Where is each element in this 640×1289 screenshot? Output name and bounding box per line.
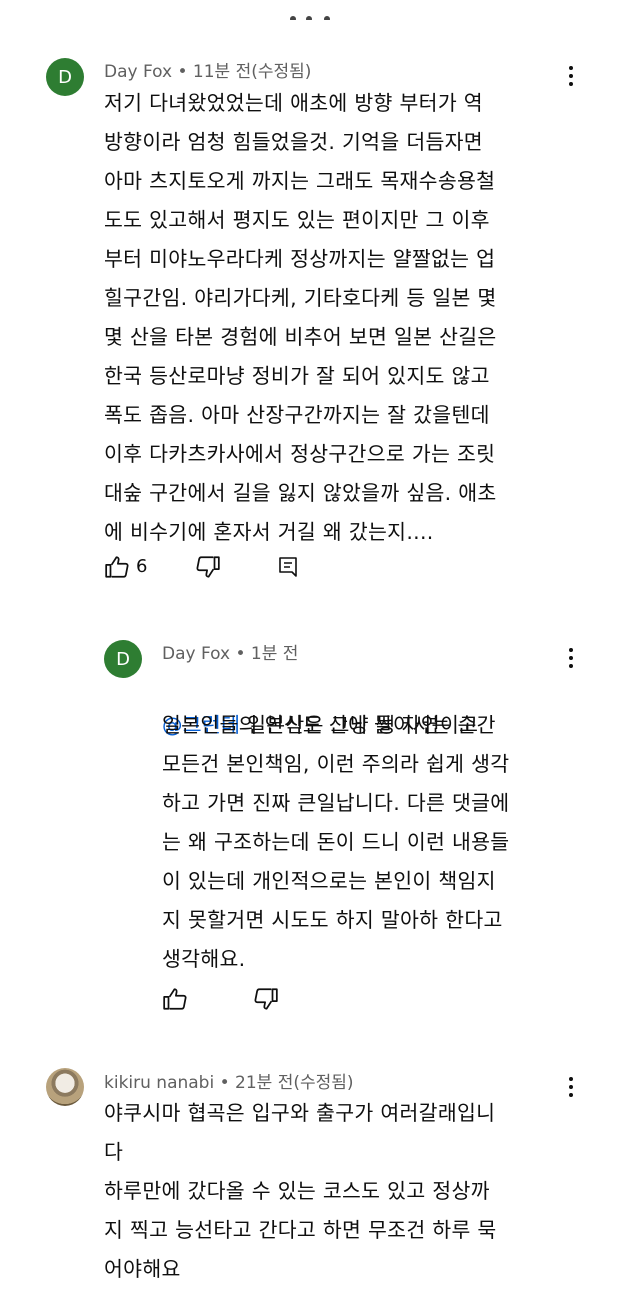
like-icon[interactable]	[104, 554, 130, 580]
like-icon[interactable]	[162, 986, 188, 1012]
comment-meta: kikiru nanabi • 21분 전(수정됨)	[104, 1073, 354, 1093]
dislike-icon[interactable]	[253, 986, 279, 1012]
avatar[interactable]: D	[104, 640, 142, 678]
avatar[interactable]: D	[46, 58, 84, 96]
comment-text: 저기 다녀왔었었는데 애초에 방향 부터가 역 방향이라 엄청 힘들었을것. 기…	[104, 91, 497, 544]
comment-text: 야쿠시마 협곡은 입구와 출구가 여러갈래입니 다 하루만에 갔다올 수 있는 …	[104, 1101, 497, 1281]
comment-text: 일본인들의 인식도 산에 들어서는 순간 모든건 본인책임, 이런 주의라 쉽게…	[162, 713, 510, 971]
reply-icon[interactable]	[276, 554, 300, 580]
cutoff-text-fragment	[290, 12, 334, 20]
like-count: 6	[136, 556, 148, 577]
comment-meta: Day Fox • 1분 전	[162, 644, 299, 664]
dislike-icon[interactable]	[195, 554, 221, 580]
comment-meta: Day Fox • 11분 전(수정됨)	[104, 62, 312, 82]
avatar[interactable]	[46, 1068, 84, 1106]
